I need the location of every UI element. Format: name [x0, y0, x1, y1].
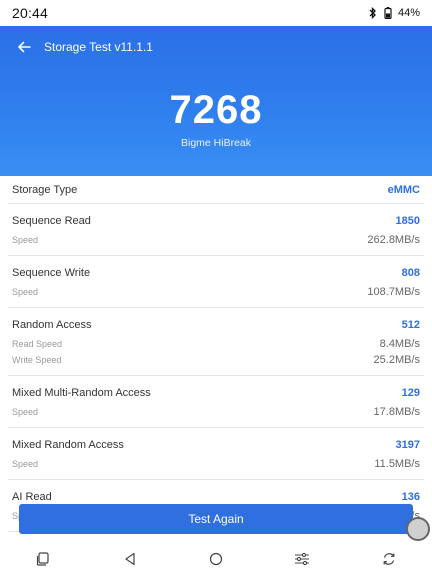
mixed-random-speed-value: 11.5MB/s: [374, 458, 420, 470]
back-arrow-icon[interactable]: [14, 37, 34, 57]
mixed-multi-random-label: Mixed Multi-Random Access: [12, 387, 151, 399]
ai-read-label: AI Read: [12, 491, 52, 503]
ai-read-score: 136: [401, 491, 420, 503]
status-time: 20:44: [12, 5, 49, 21]
storage-type-value: eMMC: [387, 184, 420, 196]
page-title: Storage Test v11.1.1: [44, 40, 153, 54]
mixed-multi-random-speed-value: 17.8MB/s: [373, 406, 420, 418]
bluetooth-icon: [368, 7, 378, 19]
sequence-read-score: 1850: [395, 215, 420, 227]
score-header: Storage Test v11.1.1 7268 Bigme HiBreak: [0, 26, 432, 176]
sequence-write-label: Sequence Write: [12, 267, 91, 279]
sequence-write-speed-label: Speed: [12, 287, 39, 297]
mixed-multi-random-speed-label: Speed: [12, 407, 39, 417]
random-access-label: Random Access: [12, 319, 92, 331]
status-bar: 20:44 44%: [0, 0, 432, 26]
random-write-speed-label: Write Speed: [12, 355, 62, 365]
recents-icon[interactable]: [32, 548, 54, 570]
mixed-random-row: Mixed Random Access 3197 Speed 11.5MB/s: [8, 434, 424, 480]
random-write-speed-value: 25.2MB/s: [373, 354, 420, 366]
sequence-write-score: 808: [401, 267, 420, 279]
mixed-multi-random-row: Mixed Multi-Random Access 129 Speed 17.8…: [8, 382, 424, 428]
sequence-write-speed-value: 108.7MB/s: [367, 286, 420, 298]
app-bar: Storage Test v11.1.1: [0, 26, 432, 68]
sequence-read-label: Sequence Read: [12, 215, 91, 227]
sequence-read-speed-value: 262.8MB/s: [367, 234, 420, 246]
back-triangle-icon[interactable]: [119, 548, 141, 570]
sequence-read-row: Sequence Read 1850 Speed 262.8MB/s: [8, 210, 424, 256]
storage-type-label: Storage Type: [12, 184, 78, 196]
battery-percent: 44%: [397, 7, 420, 19]
mixed-multi-random-score: 129: [401, 387, 420, 399]
battery-icon: [384, 7, 392, 19]
results-list: Storage Type eMMC Sequence Read 1850 Spe…: [0, 176, 432, 532]
random-read-speed-label: Read Speed: [12, 339, 63, 349]
home-circle-icon[interactable]: [205, 548, 227, 570]
settings-sliders-icon[interactable]: [291, 548, 313, 570]
random-access-score: 512: [401, 319, 420, 331]
storage-type-row: Storage Type eMMC: [8, 176, 424, 204]
random-read-speed-value: 8.4MB/s: [379, 338, 420, 350]
test-again-button[interactable]: Test Again: [19, 504, 413, 534]
mixed-random-label: Mixed Random Access: [12, 439, 124, 451]
sequence-read-speed-label: Speed: [12, 235, 39, 245]
device-name: Bigme HiBreak: [180, 137, 252, 149]
system-nav-bar: [0, 544, 432, 574]
status-icons: 44%: [368, 7, 420, 19]
mixed-random-score: 3197: [395, 439, 420, 451]
floating-assist-button[interactable]: [406, 517, 430, 541]
mixed-random-speed-label: Speed: [12, 459, 39, 469]
total-score: 7268: [169, 88, 263, 132]
test-again-container: Test Again: [19, 504, 413, 534]
random-access-row: Random Access 512 Read Speed 8.4MB/s Wri…: [8, 314, 424, 376]
sequence-write-row: Sequence Write 808 Speed 108.7MB/s: [8, 262, 424, 308]
rotate-icon[interactable]: [378, 548, 400, 570]
